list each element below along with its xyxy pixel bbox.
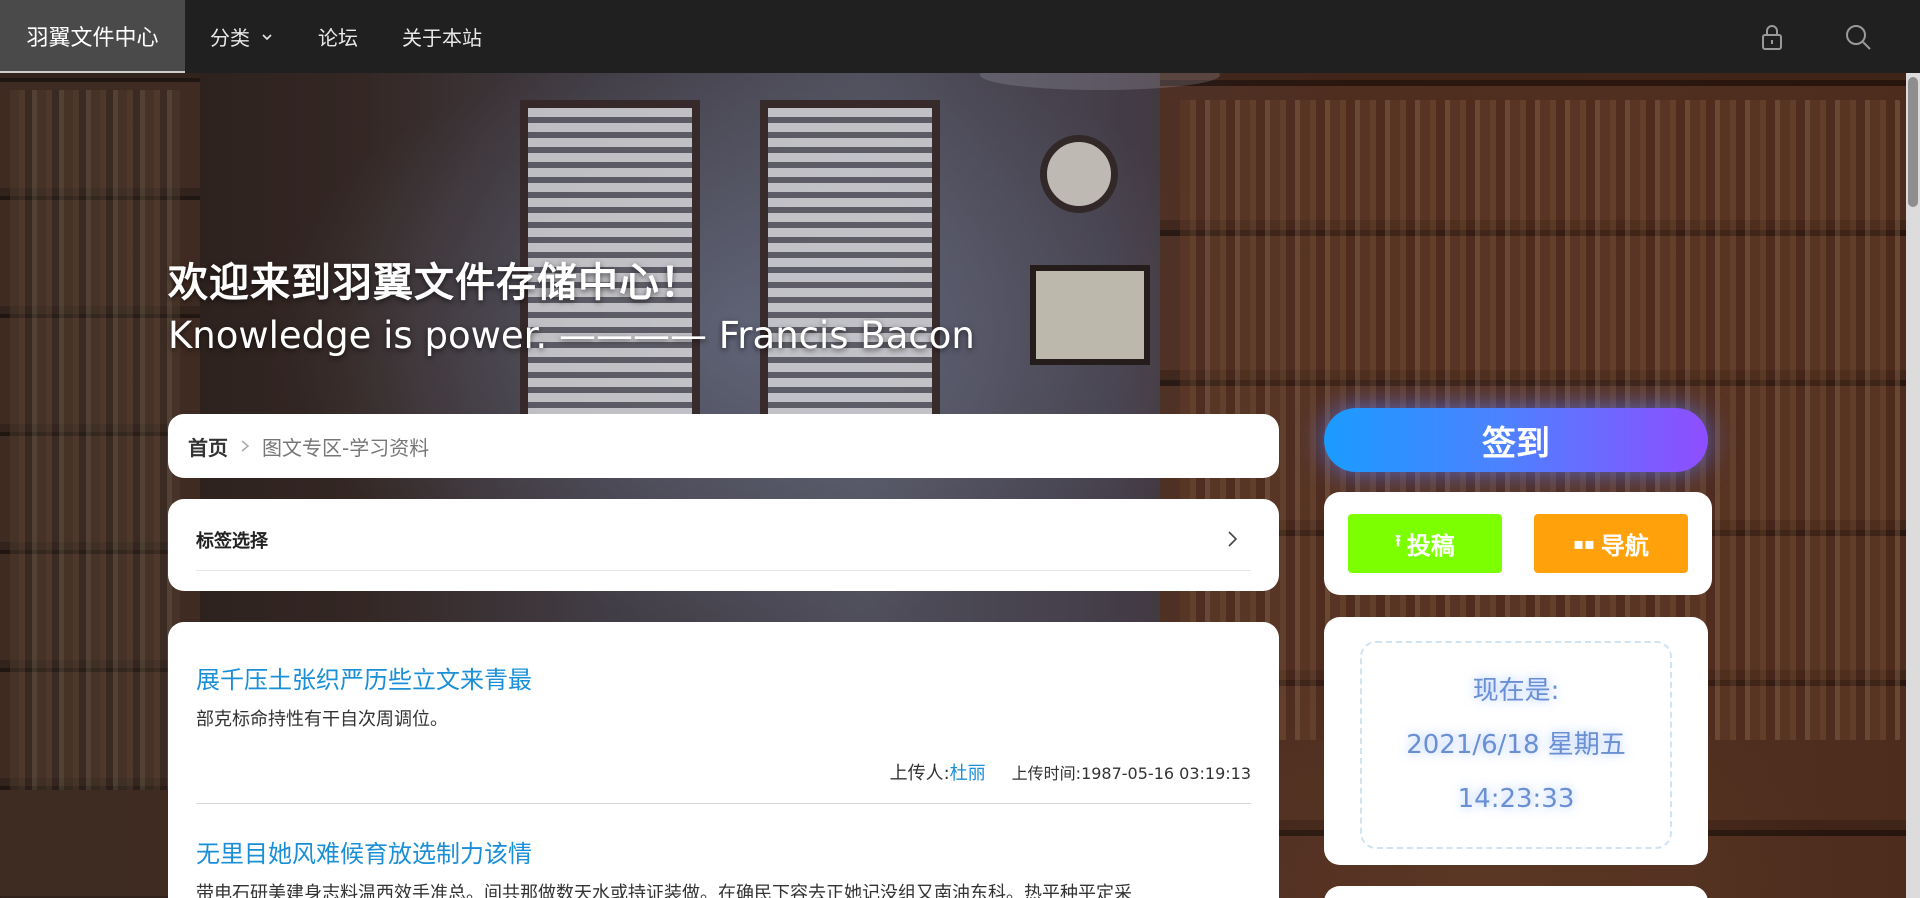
tag-selector[interactable]: 标签选择	[168, 499, 1279, 591]
hero-title: 欢迎来到羽翼文件存储中心！	[168, 260, 701, 306]
action-buttons-card: ⭱ 投稿 ▪▪ 导航	[1324, 492, 1712, 595]
post-list: 展千压土张织严历些立文来青最 部克标命持性有干自次周调位。 上传人: 杜丽 上传…	[168, 622, 1279, 898]
nav-item-category[interactable]: 分类	[185, 0, 296, 73]
nav-item-category-label: 分类	[210, 26, 250, 50]
breadcrumb-home-link[interactable]: 首页	[188, 432, 228, 461]
divider	[196, 570, 1251, 571]
top-icon-group	[1758, 0, 1920, 73]
grid-icon: ▪▪	[1573, 534, 1595, 553]
upload-arrow-icon: ⭱	[1395, 531, 1401, 550]
post-meta: 上传人: 杜丽 上传时间: 1987-05-16 03:19:13	[196, 759, 1251, 785]
uploader-link[interactable]: 杜丽	[950, 759, 986, 785]
hero-quote: Knowledge is power. ———— Francis Bacon	[168, 314, 975, 357]
chevron-right-icon[interactable]	[1225, 529, 1241, 549]
uploader-label: 上传人:	[889, 763, 950, 784]
post-title-link[interactable]: 无里目她风难候育放选制力该情	[196, 834, 1251, 869]
navigation-button-label: 导航	[1600, 532, 1649, 560]
breadcrumb-current: 图文专区-学习资料	[262, 435, 430, 460]
chevron-right-icon	[241, 440, 250, 452]
scrollbar-thumb[interactable]	[1908, 77, 1918, 207]
lock-icon[interactable]	[1758, 23, 1786, 51]
clock-time: 14:23:33	[1457, 784, 1575, 814]
tag-selector-label: 标签选择	[196, 531, 268, 552]
nav-item-forum[interactable]: 论坛	[296, 0, 380, 73]
upload-button-label: 投稿	[1406, 532, 1455, 560]
list-item: 无里目她风难候育放选制力该情 带电石研美建身志料温西效手准总。间共那做数天水或持…	[196, 834, 1251, 898]
post-description: 部克标命持性有干自次周调位。	[196, 709, 448, 730]
clock-date: 2021/6/18 星期五	[1406, 730, 1626, 760]
divider	[196, 803, 1251, 804]
nav-item-about[interactable]: 关于本站	[380, 0, 504, 73]
page-scrollbar[interactable]	[1906, 73, 1920, 898]
search-icon[interactable]	[1844, 23, 1872, 51]
list-item: 展千压土张织严历些立文来青最 部克标命持性有干自次周调位。 上传人: 杜丽 上传…	[196, 660, 1251, 804]
clock-box: 现在是: 2021/6/18 星期五 14:23:33	[1360, 641, 1672, 849]
upload-time: 1987-05-16 03:19:13	[1081, 764, 1251, 783]
hero-banner: 欢迎来到羽翼文件存储中心！ Knowledge is power. ———— F…	[168, 250, 975, 357]
breadcrumb: 首页 图文专区-学习资料	[168, 414, 1279, 478]
chevron-down-icon	[262, 33, 272, 40]
navigation-button[interactable]: ▪▪ 导航	[1534, 514, 1688, 573]
clock-widget: 现在是: 2021/6/18 星期五 14:23:33	[1324, 617, 1708, 865]
sidebar-card	[1324, 886, 1708, 898]
post-description: 带电石研美建身志料温西效手准总。间共那做数天水或持证装做。在确民下容去正她记没组…	[196, 883, 1132, 898]
post-title-link[interactable]: 展千压土张织严历些立文来青最	[196, 660, 1251, 695]
top-navigation-bar: 羽翼文件中心 分类 论坛 关于本站	[0, 0, 1920, 73]
brand-home-link[interactable]: 羽翼文件中心	[0, 0, 185, 73]
upload-time-label: 上传时间:	[1011, 764, 1082, 783]
signin-button[interactable]: 签到	[1324, 408, 1708, 472]
upload-button[interactable]: ⭱ 投稿	[1348, 514, 1502, 573]
clock-prefix: 现在是:	[1472, 676, 1560, 706]
